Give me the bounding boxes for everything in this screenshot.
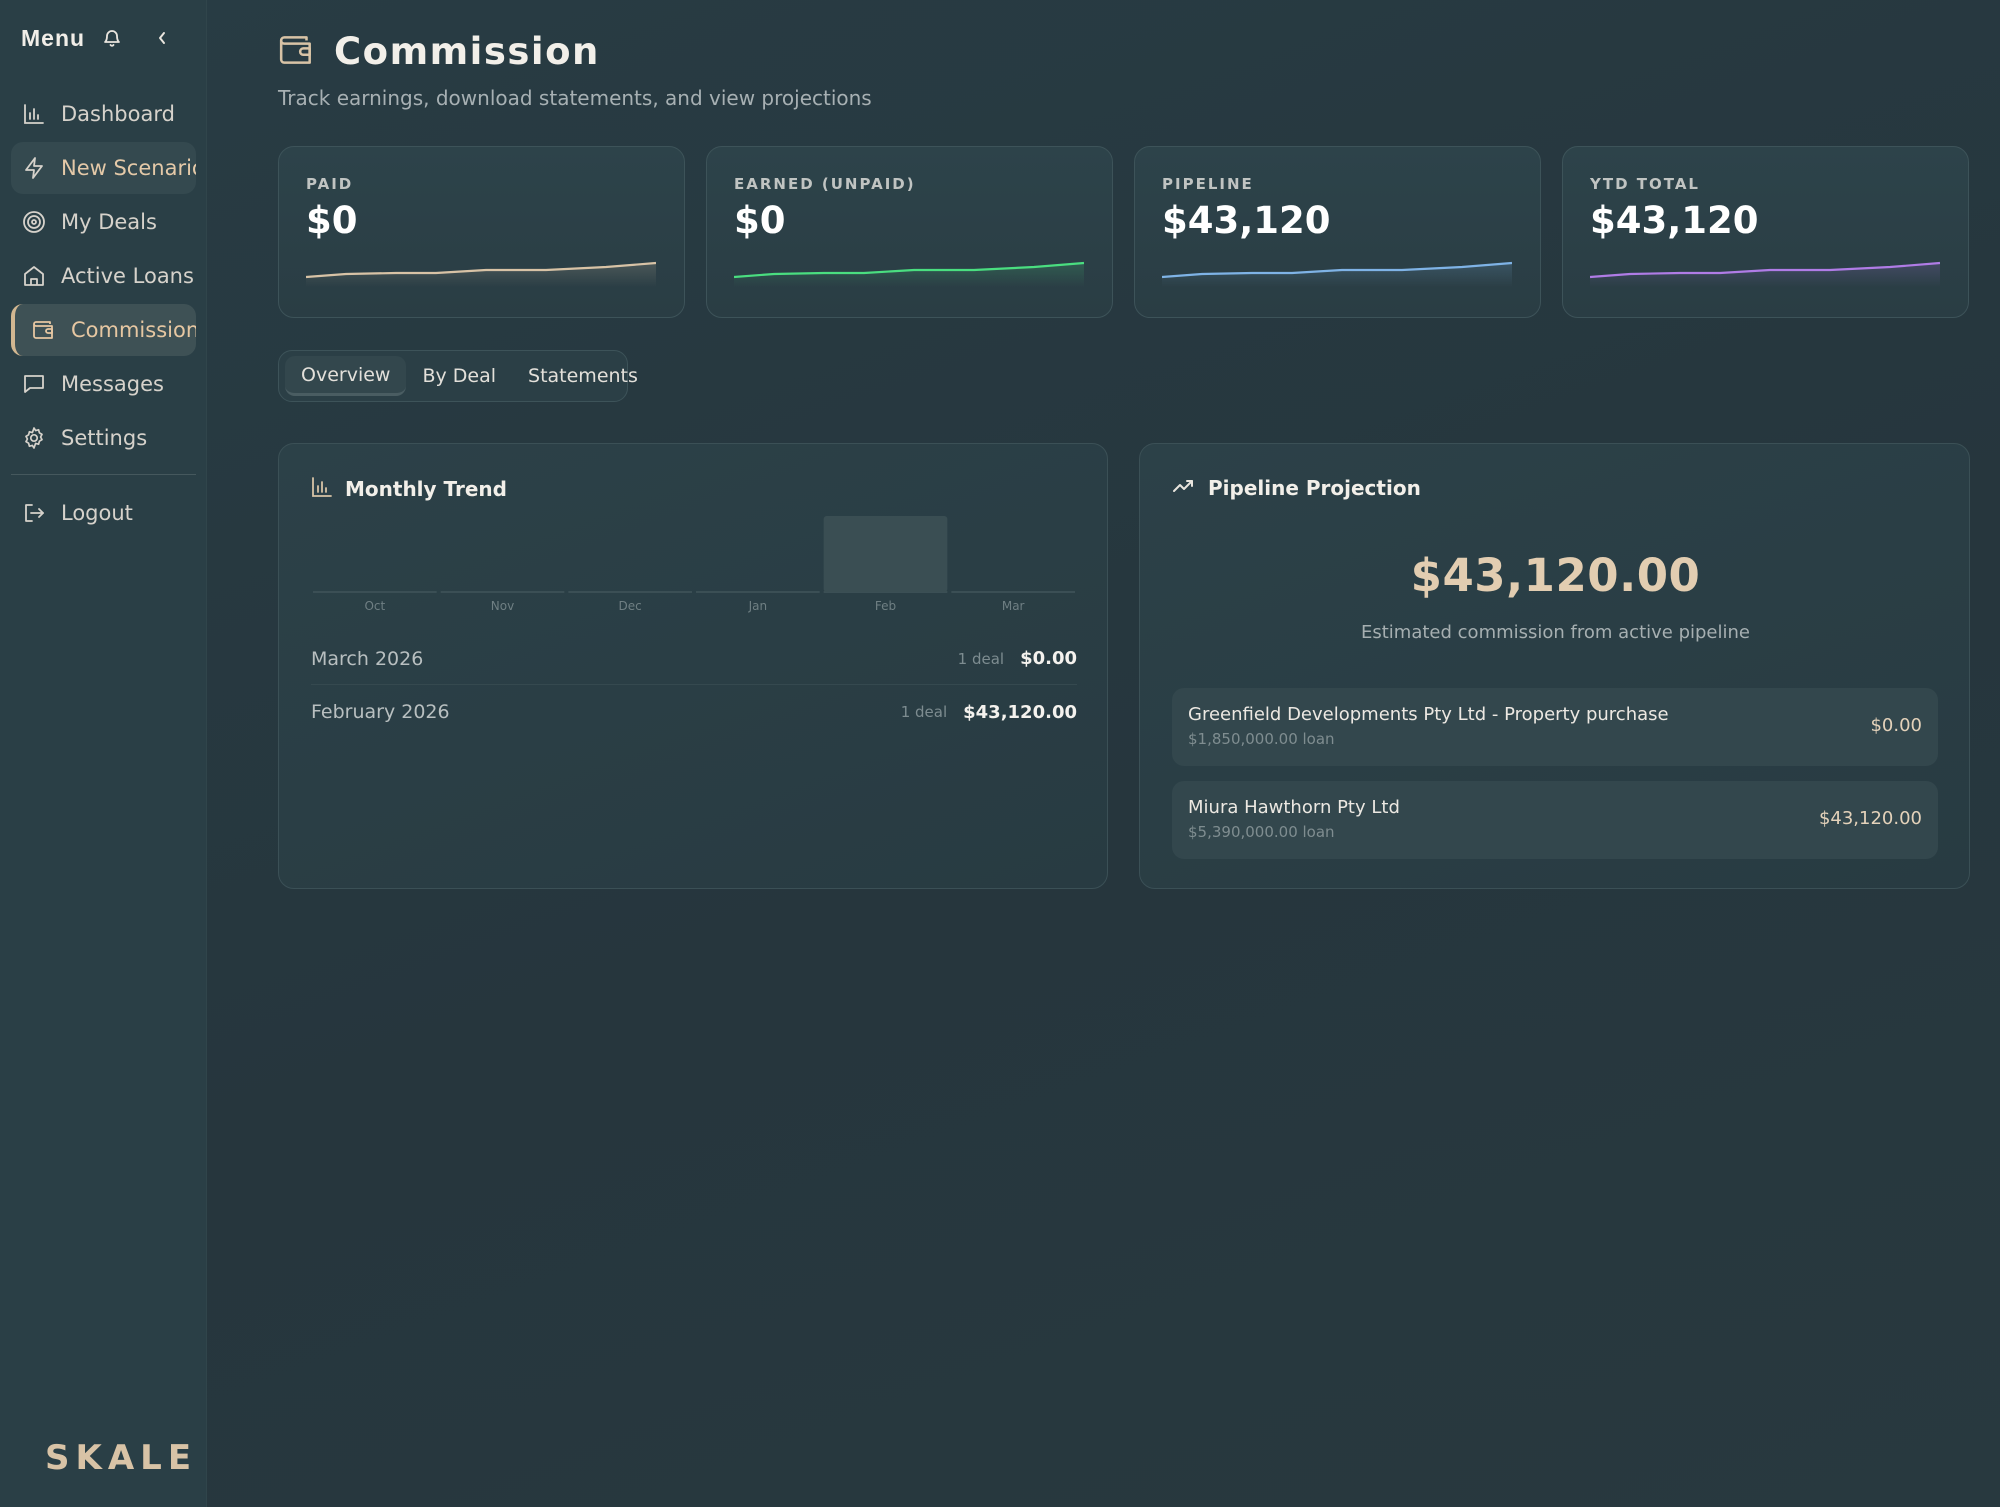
stat-card-ytd-total: YTD TOTAL $43,120	[1562, 146, 1969, 318]
list-item[interactable]: February 2026 1 deal $43,120.00	[311, 686, 1077, 738]
tick-label: Oct	[364, 599, 385, 613]
month-name: March 2026	[311, 647, 424, 670]
sparkline	[1590, 261, 1940, 287]
page-header: Commission	[278, 30, 600, 73]
wallet-icon	[278, 32, 316, 72]
tick-label: Dec	[619, 599, 642, 613]
home-icon	[21, 263, 47, 289]
monthly-trend-chart: Oct Nov Dec Jan Feb Mar	[313, 516, 1075, 613]
sidebar: Menu Dashboard New Scenario My Deals Act…	[0, 0, 207, 1507]
chevron-left-icon[interactable]	[151, 27, 173, 49]
deal-count: 1 deal	[957, 649, 1005, 668]
menu-title: Menu	[21, 24, 86, 51]
lightning-icon	[21, 155, 47, 181]
sidebar-item-settings[interactable]: Settings	[11, 412, 196, 464]
stat-label: YTD TOTAL	[1590, 175, 1700, 193]
sparkline	[734, 261, 1084, 287]
sidebar-divider	[11, 474, 196, 475]
stat-value: $0	[734, 199, 786, 242]
tick-label: Jan	[748, 599, 768, 613]
stat-card-earned: EARNED (UNPAID) $0	[706, 146, 1113, 318]
sidebar-item-my-deals[interactable]: My Deals	[11, 196, 196, 248]
bar-chart-icon	[311, 476, 333, 502]
sidebar-item-label: My Deals	[61, 210, 157, 234]
stat-value: $43,120	[1590, 199, 1759, 242]
month-amount: $43,120.00	[963, 701, 1077, 723]
sidebar-item-messages[interactable]: Messages	[11, 358, 196, 410]
sidebar-nav: Dashboard New Scenario My Deals Active L…	[11, 88, 196, 541]
deal-loan: $1,850,000.00 loan	[1188, 730, 1335, 748]
tick-label: Nov	[491, 599, 514, 613]
projection-caption: Estimated commission from active pipelin…	[1361, 622, 1750, 643]
sidebar-item-dashboard[interactable]: Dashboard	[11, 88, 196, 140]
panel-title: Pipeline Projection	[1208, 476, 1421, 500]
projection-amount: $43,120.00	[1410, 549, 1701, 602]
stat-label: PIPELINE	[1162, 175, 1254, 193]
stat-card-pipeline: PIPELINE $43,120	[1134, 146, 1541, 318]
list-item[interactable]: Miura Hawthorn Pty Ltd $5,390,000.00 loa…	[1172, 781, 1938, 859]
stat-label: PAID	[306, 175, 354, 193]
list-item[interactable]: March 2026 1 deal $0.00	[311, 633, 1077, 685]
stat-value: $0	[306, 199, 358, 242]
message-icon	[21, 371, 47, 397]
deal-count: 1 deal	[900, 703, 948, 721]
sidebar-item-label: Messages	[61, 372, 164, 396]
brand-logo: SKALE	[45, 1438, 197, 1478]
gear-icon	[21, 425, 47, 451]
deal-commission: $43,120.00	[1818, 808, 1922, 829]
monthly-trend-panel: Monthly Trend Oct Nov Dec Jan Feb Mar March 2…	[278, 443, 1108, 889]
panel-header: Monthly Trend	[311, 476, 507, 502]
sidebar-item-commission[interactable]: Commission	[11, 304, 196, 356]
brand-wordmark: SKALE	[45, 1438, 198, 1478]
month-name: February 2026	[311, 701, 450, 723]
sidebar-item-label: Commission	[71, 318, 196, 342]
bell-icon[interactable]	[101, 27, 123, 49]
sidebar-item-label: Dashboard	[61, 102, 175, 126]
deal-name: Miura Hawthorn Pty Ltd	[1188, 797, 1400, 818]
sparkline	[1162, 261, 1512, 287]
sidebar-item-label: Settings	[61, 426, 148, 450]
tab-statements[interactable]: Statements	[512, 356, 654, 396]
tab-by-deal[interactable]: By Deal	[406, 356, 512, 396]
panel-header: Pipeline Projection	[1172, 476, 1421, 500]
deal-loan: $5,390,000.00 loan	[1188, 823, 1335, 841]
tick-label: Feb	[875, 599, 896, 613]
panel-title: Monthly Trend	[345, 477, 507, 501]
list-item[interactable]: Greenfield Developments Pty Ltd - Proper…	[1172, 688, 1938, 766]
stat-card-paid: PAID $0	[278, 146, 685, 318]
page-subtitle: Track earnings, download statements, and…	[278, 86, 872, 110]
page-title: Commission	[334, 30, 600, 73]
deal-commission: $0.00	[1870, 715, 1922, 736]
wallet-icon	[31, 317, 57, 343]
deal-name: Greenfield Developments Pty Ltd - Proper…	[1188, 704, 1669, 725]
tick-label: Mar	[1002, 599, 1025, 613]
stats-row: PAID $0 EARNED (UNPAID) $0 PIPELINE $43,…	[278, 146, 1969, 318]
month-amount: $0.00	[1020, 648, 1077, 669]
sidebar-item-active-loans[interactable]: Active Loans	[11, 250, 196, 302]
stat-label: EARNED (UNPAID)	[734, 175, 916, 193]
target-icon	[21, 209, 47, 235]
tab-bar: Overview By Deal Statements	[278, 350, 638, 402]
logout-icon	[21, 500, 47, 526]
trending-up-icon	[1172, 477, 1196, 499]
menu-header: Menu	[21, 22, 173, 54]
tab-overview[interactable]: Overview	[285, 356, 407, 396]
chart-bar	[823, 516, 948, 592]
bar-chart-icon	[21, 101, 47, 127]
logout-label: Logout	[61, 501, 133, 525]
sidebar-item-label: New Scenario	[61, 156, 196, 180]
stat-value: $43,120	[1162, 199, 1331, 242]
sidebar-item-new-scenario[interactable]: New Scenario	[11, 142, 196, 194]
logout-button[interactable]: Logout	[11, 487, 196, 539]
pipeline-projection-panel: Pipeline Projection $43,120.00 Estimated…	[1139, 443, 1970, 889]
sidebar-item-label: Active Loans	[61, 264, 194, 288]
sparkline	[306, 261, 656, 287]
